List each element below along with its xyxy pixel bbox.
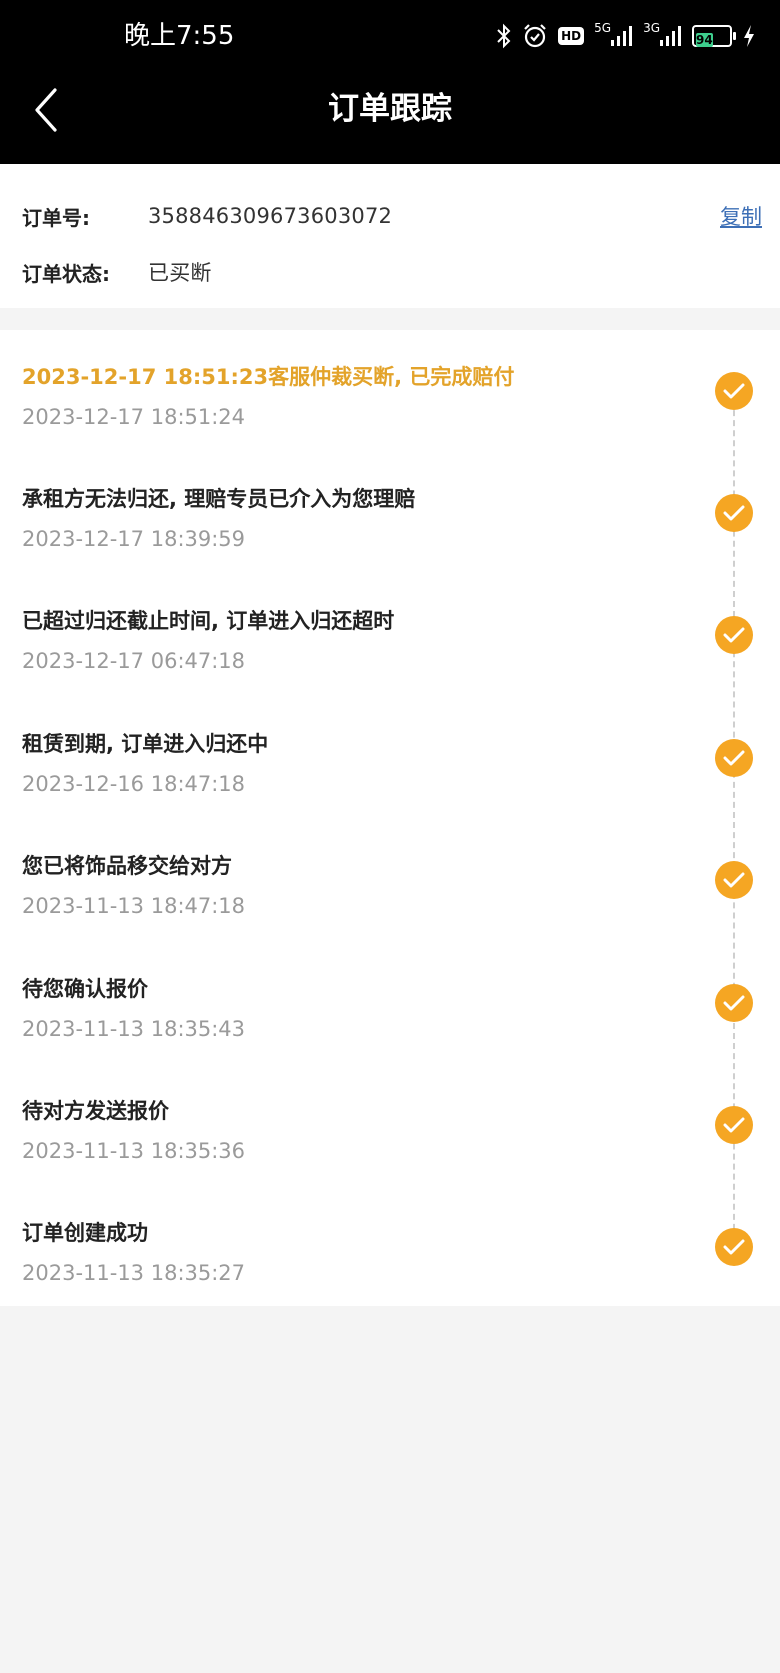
check-icon bbox=[715, 616, 753, 654]
hd-icon: HD bbox=[558, 18, 585, 54]
timeline-item: 待对方发送报价 2023-11-13 18:35:36 bbox=[0, 1094, 780, 1194]
battery-icon: 94 bbox=[692, 18, 736, 54]
timeline-item: 2023-12-17 18:51:23客服仲裁买断, 已完成赔付 2023-12… bbox=[0, 360, 780, 460]
timeline-item: 已超过归还截止时间, 订单进入归还超时 2023-12-17 06:47:18 bbox=[0, 604, 780, 704]
timeline-title: 2023-12-17 18:51:23客服仲裁买断, 已完成赔付 bbox=[22, 365, 515, 389]
copy-button[interactable]: 复制 bbox=[720, 201, 762, 231]
timeline-time: 2023-11-13 18:35:36 bbox=[22, 1139, 246, 1163]
check-icon bbox=[715, 494, 753, 532]
timeline-time: 2023-12-16 18:47:18 bbox=[22, 772, 246, 796]
page-title: 订单跟踪 bbox=[328, 91, 452, 127]
timeline-item: 订单创建成功 2023-11-13 18:35:27 bbox=[0, 1216, 780, 1316]
status-icons: HD 5G 3G 94 bbox=[496, 18, 756, 54]
order-info-card: 订单号: 358846309673603072 复制 订单状态: 已买断 bbox=[0, 164, 780, 308]
check-icon bbox=[715, 1228, 753, 1266]
timeline-item: 承租方无法归还, 理赔专员已介入为您理赔 2023-12-17 18:39:59 bbox=[0, 482, 780, 582]
timeline-title: 您已将饰品移交给对方 bbox=[22, 854, 232, 878]
timeline-time: 2023-12-17 18:51:24 bbox=[22, 405, 246, 429]
timeline-item: 租赁到期, 订单进入归还中 2023-12-16 18:47:18 bbox=[0, 727, 780, 827]
timeline-title: 订单创建成功 bbox=[22, 1221, 148, 1245]
check-icon bbox=[715, 372, 753, 410]
timeline-time: 2023-12-17 18:39:59 bbox=[22, 527, 246, 551]
timeline-title: 承租方无法归还, 理赔专员已介入为您理赔 bbox=[22, 487, 416, 511]
alarm-icon bbox=[522, 18, 548, 54]
order-status-row: 订单状态: 已买断 bbox=[22, 254, 762, 290]
signal-5g-icon: 5G bbox=[594, 18, 633, 54]
order-number-label: 订单号: bbox=[22, 205, 90, 230]
bluetooth-icon bbox=[496, 18, 512, 54]
timeline-time: 2023-11-13 18:35:27 bbox=[22, 1261, 246, 1285]
signal-3g-icon: 3G bbox=[643, 18, 682, 54]
timeline-time: 2023-11-13 18:47:18 bbox=[22, 894, 246, 918]
timeline-title: 租赁到期, 订单进入归还中 bbox=[22, 732, 269, 756]
timeline-item: 待您确认报价 2023-11-13 18:35:43 bbox=[0, 972, 780, 1072]
timeline-card: 2023-12-17 18:51:23客服仲裁买断, 已完成赔付 2023-12… bbox=[0, 330, 780, 1306]
check-icon bbox=[715, 1106, 753, 1144]
order-number-row: 订单号: 358846309673603072 复制 bbox=[22, 198, 762, 234]
timeline-time: 2023-11-13 18:35:43 bbox=[22, 1017, 246, 1041]
timeline-time: 2023-12-17 06:47:18 bbox=[22, 649, 246, 673]
order-status-value: 已买断 bbox=[148, 261, 212, 285]
top-bar: 晚上7:55 HD 5G 3G 94 订单跟踪 bbox=[0, 0, 780, 164]
check-icon bbox=[715, 984, 753, 1022]
status-time: 晚上7:55 bbox=[124, 21, 235, 51]
timeline-item: 您已将饰品移交给对方 2023-11-13 18:47:18 bbox=[0, 849, 780, 949]
check-icon bbox=[715, 739, 753, 777]
timeline-title: 待对方发送报价 bbox=[22, 1099, 169, 1123]
order-number-value: 358846309673603072 bbox=[148, 204, 393, 228]
timeline-title: 已超过归还截止时间, 订单进入归还超时 bbox=[22, 609, 395, 633]
charging-icon bbox=[742, 18, 756, 54]
check-icon bbox=[715, 861, 753, 899]
timeline-title: 待您确认报价 bbox=[22, 977, 148, 1001]
order-status-label: 订单状态: bbox=[22, 261, 110, 286]
